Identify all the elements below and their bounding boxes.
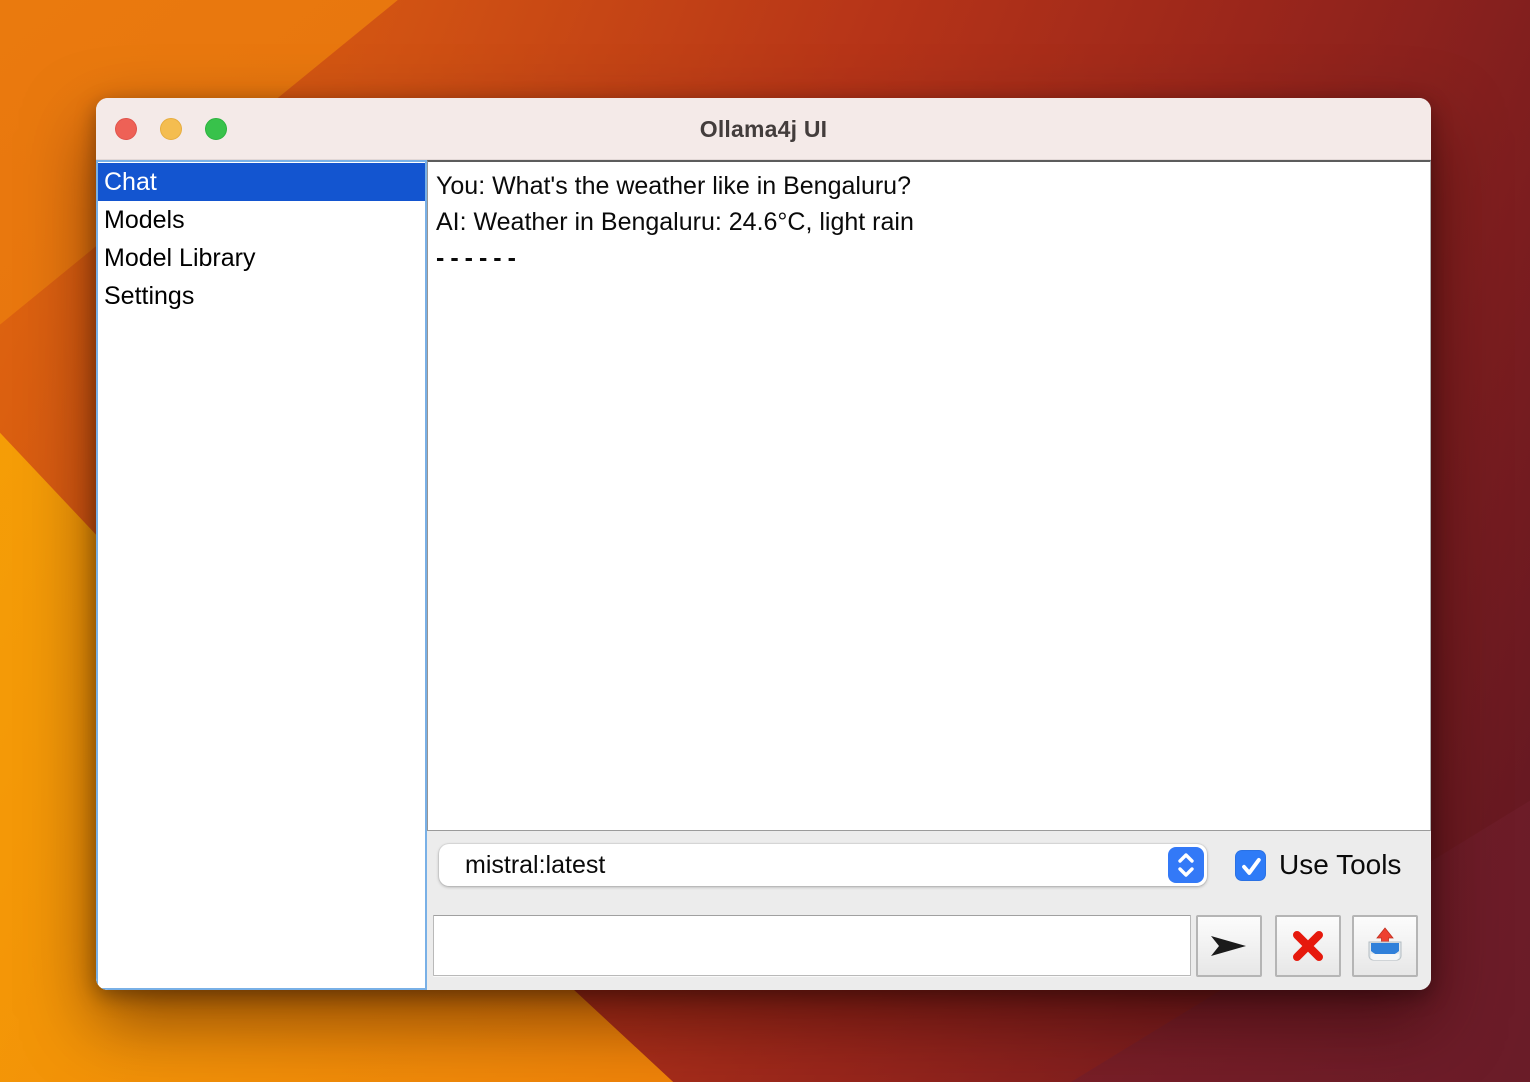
chat-message-ai: AI: Weather in Bengaluru: 24.6°C, light … — [436, 204, 1422, 240]
sidebar-item-settings[interactable]: Settings — [98, 277, 425, 315]
outbox-tray-icon — [1364, 927, 1406, 965]
app-window: Ollama4j UI Chat Models Model Library Se… — [96, 98, 1431, 990]
title-bar[interactable]: Ollama4j UI — [96, 98, 1431, 160]
chat-transcript[interactable]: You: What's the weather like in Bengalur… — [427, 160, 1431, 831]
sidebar-nav-list: Chat Models Model Library Settings — [96, 160, 427, 990]
sidebar-item-models[interactable]: Models — [98, 201, 425, 239]
use-tools-label[interactable]: Use Tools — [1279, 849, 1401, 881]
clear-button[interactable] — [1275, 915, 1341, 977]
red-x-icon — [1290, 928, 1326, 964]
send-arrow-icon — [1210, 933, 1248, 959]
sidebar-item-model-library[interactable]: Model Library — [98, 239, 425, 277]
send-button[interactable] — [1196, 915, 1262, 977]
model-select-value: mistral:latest — [465, 851, 605, 880]
chat-pane: You: What's the weather like in Bengalur… — [427, 160, 1431, 990]
chat-message-user: You: What's the weather like in Bengalur… — [436, 168, 1422, 204]
use-tools-checkbox[interactable] — [1235, 850, 1266, 881]
sidebar-item-chat[interactable]: Chat — [98, 163, 425, 201]
up-down-chevrons-icon — [1168, 847, 1204, 883]
composer-panel: mistral:latest Use Tools — [427, 831, 1431, 990]
model-select-dropdown[interactable]: mistral:latest — [439, 844, 1207, 886]
checkmark-icon — [1238, 853, 1264, 879]
message-input[interactable] — [433, 915, 1191, 976]
window-title: Ollama4j UI — [96, 98, 1431, 160]
load-button[interactable] — [1352, 915, 1418, 977]
window-content: Chat Models Model Library Settings You: … — [96, 160, 1431, 990]
chat-message-separator: ------ — [436, 240, 1422, 276]
